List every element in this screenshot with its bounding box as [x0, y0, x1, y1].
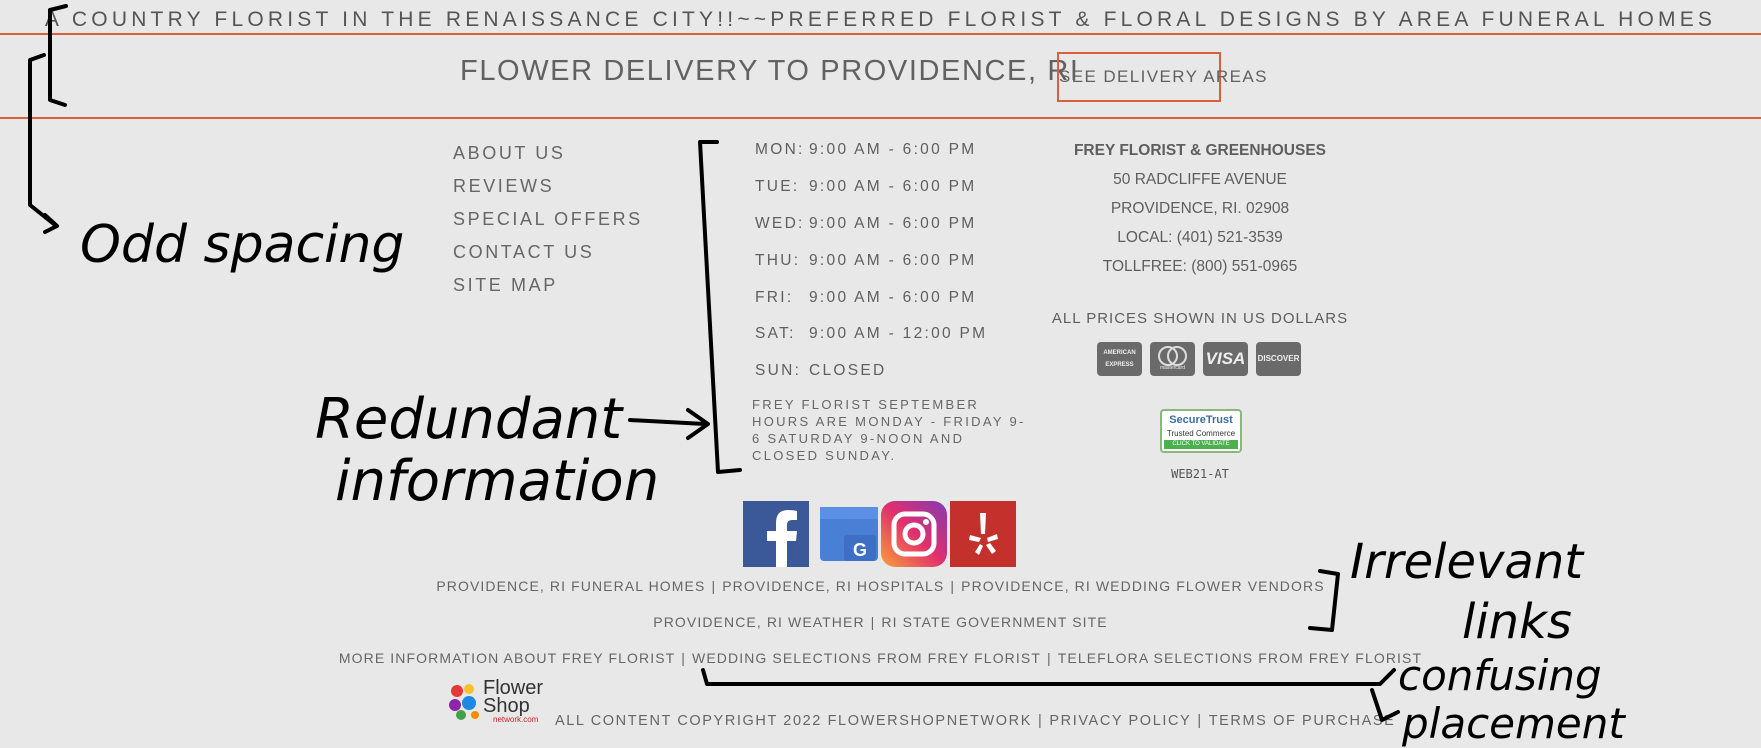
tollfree-phone[interactable]: TOLLFREE: (800) 551-0965 [1050, 258, 1350, 276]
annotation-odd-spacing: Odd spacing [80, 215, 404, 275]
hours-note: FREY FLORIST SEPTEMBER HOURS ARE MONDAY … [752, 397, 1026, 463]
amex-card-icon: AMERICAN EXPRESS [1097, 342, 1142, 376]
florist-links-row: MORE INFORMATION ABOUT FREY FLORIST | WEDD… [0, 650, 1761, 666]
google-store-glyph-icon: G [820, 507, 878, 561]
copyright-row: ALL CONTENT COPYRIGHT 2022 FLOWERSHOPNET… [555, 713, 1395, 729]
yelp-icon[interactable] [950, 501, 1016, 567]
hours-time: 9:00 AM - 6:00 PM [809, 178, 977, 195]
nav-site-map[interactable]: SITE MAP [453, 275, 558, 296]
card-label: AMERICAN EXPRESS [1103, 350, 1136, 368]
copyright-text: ALL CONTENT COPYRIGHT 2022 FLOWERSHOPNET… [555, 713, 1033, 729]
instagram-glyph-icon [891, 511, 937, 557]
funeral-homes-link[interactable]: PROVIDENCE, RI FUNERAL HOMES [436, 578, 705, 594]
hours-row: THU: 9:00 AM - 6:00 PM [755, 252, 976, 270]
hours-time: 9:00 AM - 6:00 PM [809, 141, 977, 158]
local-phone[interactable]: LOCAL: (401) 521-3539 [1050, 229, 1350, 247]
nav-special-offers[interactable]: SPECIAL OFFERS [453, 209, 643, 230]
discover-card-icon: DISCOVER [1256, 342, 1301, 376]
flower-logo-icon [449, 684, 479, 720]
badge-title: SecureTrust [1169, 414, 1233, 426]
hours-day: FRI: [755, 289, 794, 306]
hours-time: 9:00 AM - 6:00 PM [809, 215, 977, 232]
wedding-vendors-link[interactable]: PROVIDENCE, RI WEDDING FLOWER VENDORS [961, 578, 1325, 594]
spacing-arrow-head [43, 213, 59, 234]
hours-day: THU: [755, 252, 801, 269]
separator: | [681, 650, 687, 666]
spacing-arrow-line [28, 53, 57, 227]
web-code: WEB21-AT [1171, 467, 1229, 481]
separator: | [870, 614, 876, 630]
wedding-selections-link[interactable]: WEDDING SELECTIONS FROM FREY FLORIST [692, 650, 1041, 666]
google-business-icon[interactable]: G [816, 501, 882, 567]
badge-subtitle: Trusted Commerce [1166, 429, 1236, 438]
prices-note: ALL PRICES SHOWN IN US DOLLARS [1051, 310, 1349, 327]
delivery-divider [0, 117, 1761, 119]
separator: | [950, 578, 956, 594]
delivery-title: FLOWER DELIVERY TO PROVIDENCE, RI [460, 55, 1080, 87]
nav-reviews[interactable]: REVIEWS [453, 176, 554, 197]
hours-day: SAT: [755, 325, 796, 342]
more-info-link[interactable]: MORE INFORMATION ABOUT FREY FLORIST [339, 650, 675, 666]
nav-contact-us[interactable]: CONTACT US [453, 242, 594, 263]
annotation-placement: placement [1401, 699, 1626, 748]
mastercard-icon: mastercard [1150, 342, 1195, 376]
card-label: mastercard [1159, 365, 1185, 371]
nav-about-us[interactable]: ABOUT US [453, 143, 566, 164]
top-divider [0, 33, 1761, 35]
visa-card-icon: VISA [1203, 342, 1248, 376]
teleflora-selections-link[interactable]: TELEFLORA SELECTIONS FROM FREY FLORIST [1058, 650, 1422, 666]
hours-row: SUN: CLOSED [755, 362, 887, 380]
redundant-arrow-line [628, 418, 707, 426]
placement-underline [701, 668, 1396, 686]
hours-row: WED: 9:00 AM - 6:00 PM [755, 215, 976, 233]
hours-time: 9:00 AM - 6:00 PM [809, 289, 977, 306]
hours-row: MON: 9:00 AM - 6:00 PM [755, 141, 976, 159]
hours-row: TUE: 9:00 AM - 6:00 PM [755, 178, 976, 196]
annotation-information: information [335, 449, 659, 514]
hours-bracket [698, 140, 742, 474]
separator: | [1038, 713, 1044, 729]
state-government-link[interactable]: RI STATE GOVERNMENT SITE [881, 614, 1107, 630]
terms-of-purchase-link[interactable]: TERMS OF PURCHASE [1209, 713, 1396, 729]
weather-link[interactable]: PROVIDENCE, RI WEATHER [653, 614, 864, 630]
card-label: DISCOVER [1257, 354, 1300, 363]
hours-day: WED: [755, 215, 805, 232]
local-links-row: PROVIDENCE, RI WEATHER | RI STATE GOVERNME… [0, 614, 1761, 630]
instagram-icon[interactable] [881, 501, 947, 567]
securetrust-badge[interactable]: SecureTrust Trusted Commerce CLICK TO VA… [1160, 409, 1242, 453]
hours-time: 9:00 AM - 6:00 PM [809, 252, 977, 269]
facebook-glyph-icon [767, 510, 797, 567]
store-street: 50 RADCLIFFE AVENUE [1113, 171, 1287, 188]
svg-text:G: G [853, 540, 867, 560]
separator: | [1197, 713, 1203, 729]
logo-subtext: network.com [493, 715, 539, 724]
hours-day: SUN: [755, 362, 802, 379]
hours-row: SAT: 9:00 AM - 12:00 PM [755, 325, 987, 343]
hours-day: TUE: [755, 178, 800, 195]
hours-time: 9:00 AM - 12:00 PM [809, 325, 988, 342]
hours-day: MON: [755, 141, 805, 158]
store-name: FREY FLORIST & GREENHOUSES [1073, 142, 1327, 159]
local-links-row: PROVIDENCE, RI FUNERAL HOMES | PROVIDENCE,… [0, 578, 1761, 594]
logo-text: Flower Shop [483, 677, 544, 717]
hospitals-link[interactable]: PROVIDENCE, RI HOSPITALS [722, 578, 944, 594]
card-label: VISA [1205, 349, 1246, 368]
yelp-glyph-icon [969, 513, 998, 555]
facebook-icon[interactable] [743, 501, 809, 567]
annotation-redundant: Redundant [315, 387, 624, 452]
site-tagline: A COUNTRY FLORIST IN THE RENAISSANCE CIT… [44, 8, 1717, 31]
hours-row: FRI: 9:00 AM - 6:00 PM [755, 289, 976, 307]
badge-validate: CLICK TO VALIDATE [1164, 440, 1238, 449]
redundant-arrow-head [686, 408, 710, 440]
hours-time: CLOSED [809, 362, 887, 379]
flowershopnetwork-logo[interactable]: Flower Shop network.com [445, 677, 545, 725]
privacy-policy-link[interactable]: PRIVACY POLICY [1049, 713, 1191, 729]
see-delivery-areas-button[interactable]: SEE DELIVERY AREAS [1057, 52, 1266, 102]
separator: | [1046, 650, 1052, 666]
separator: | [711, 578, 717, 594]
store-city: PROVIDENCE, RI. 02908 [1110, 200, 1290, 217]
